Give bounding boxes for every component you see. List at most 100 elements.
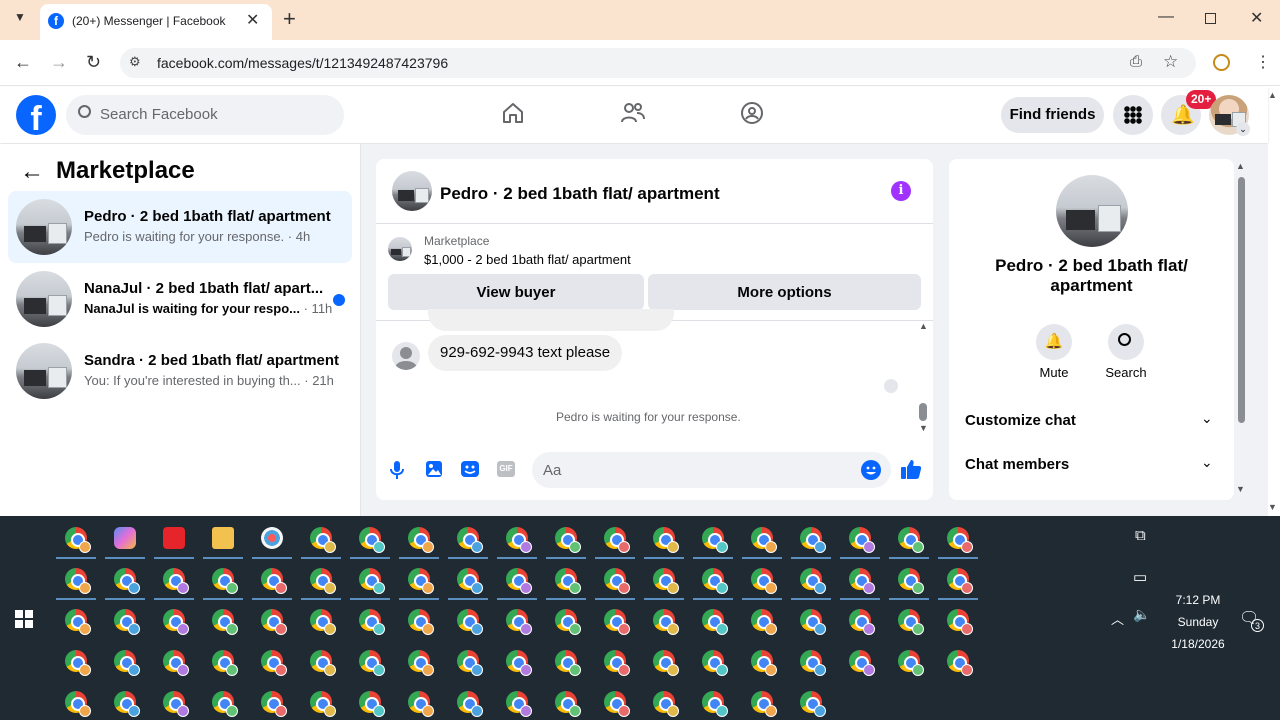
taskbar-app-icon[interactable] [947,650,973,676]
taskbar-app-icon[interactable] [359,650,385,676]
taskbar-app-icon[interactable] [898,568,924,594]
customize-chat-row[interactable]: Customize chat ⌄ [957,403,1221,439]
conversation-item[interactable]: NanaJul · 2 bed 1bath flat/ apart... Nan… [8,263,352,335]
taskbar-app-icon[interactable] [849,568,875,594]
listing-line[interactable]: $1,000 - 2 bed 1bath flat/ apartment [424,252,631,267]
mail-app-icon[interactable] [163,527,185,549]
browser-menu-icon[interactable]: ⋮ [1255,52,1271,72]
groups-icon[interactable] [740,101,764,125]
taskbar-app-icon[interactable] [457,568,483,594]
taskbar-app-icon[interactable] [310,568,336,594]
taskbar-app-icon[interactable] [212,691,238,717]
taskbar-app-icon[interactable] [898,650,924,676]
conversation-item[interactable]: Pedro · 2 bed 1bath flat/ apartment Pedr… [8,191,352,263]
taskbar-app-icon[interactable] [114,691,140,717]
chat-scroll-down-icon[interactable]: ▼ [919,423,928,433]
info-scrollbar-thumb[interactable] [1238,177,1245,423]
taskbar-app-icon[interactable] [261,609,287,635]
mute-button[interactable]: 🔔 Mute [1017,324,1091,380]
address-bar[interactable]: ⚙ facebook.com/messages/t/12134924874237… [120,48,1196,78]
home-icon[interactable] [501,101,525,125]
chat-scrollbar-thumb[interactable] [919,403,927,421]
info-scroll-down-icon[interactable]: ▼ [1236,484,1245,494]
taskbar-app-icon[interactable] [898,527,924,553]
search-box[interactable]: Search Facebook [66,95,344,135]
gif-icon[interactable]: GIF [497,461,515,477]
sticker-icon[interactable] [461,461,479,477]
clock[interactable]: 7:12 PM Sunday 1/18/2026 [1158,589,1238,655]
taskbar-app-icon[interactable] [261,691,287,717]
show-hidden-icons[interactable]: ︿ [1111,609,1124,628]
taskbar-app-icon[interactable] [555,568,581,594]
taskbar-app-icon[interactable] [457,650,483,676]
taskbar-app-icon[interactable] [408,609,434,635]
message-input[interactable]: Aa [532,452,891,488]
message-list[interactable]: 929-692-9943 text please Pedro is waitin… [376,321,933,441]
taskbar-app-icon[interactable] [506,527,532,553]
taskbar-app-icon[interactable] [702,568,728,594]
bookmark-star-icon[interactable]: ☆ [1163,52,1178,72]
thumbs-up-icon[interactable] [900,458,922,480]
taskbar-app-icon[interactable] [751,650,777,676]
start-button[interactable] [15,610,33,628]
taskbar-app-icon[interactable] [555,609,581,635]
facebook-logo[interactable]: f [16,95,56,135]
taskbar-app-icon[interactable] [506,568,532,594]
browser-tab[interactable]: f (20+) Messenger | Facebook ✕ [40,4,272,40]
volume-icon[interactable]: 🔈 [1133,606,1150,623]
taskbar-app-icon[interactable] [506,609,532,635]
taskbar-app-icon[interactable] [653,568,679,594]
account-chevron-icon[interactable]: ⌄ [1236,122,1250,136]
copilot-icon[interactable] [114,527,136,549]
tab-search-button[interactable]: ▼ [10,10,30,30]
taskbar-app-icon[interactable] [653,609,679,635]
reload-icon[interactable]: ↻ [86,52,101,73]
taskbar-app-icon[interactable] [310,650,336,676]
taskbar-app-icon[interactable] [65,527,91,553]
close-tab-icon[interactable]: ✕ [246,10,259,30]
install-app-icon[interactable]: ⎙ [1130,53,1142,70]
taskbar-app-icon[interactable] [359,609,385,635]
taskbar-app-icon[interactable] [163,691,189,717]
taskbar-app-icon[interactable] [604,691,630,717]
taskbar-app-icon[interactable] [702,527,728,553]
taskbar-app-icon[interactable] [604,527,630,553]
microphone-icon[interactable] [390,460,404,480]
taskbar-app-icon[interactable] [604,568,630,594]
taskbar-app-icon[interactable] [751,609,777,635]
info-icon[interactable]: i [891,181,911,201]
taskbar-app-icon[interactable] [65,650,91,676]
taskbar-app-icon[interactable] [751,691,777,717]
site-info-icon[interactable]: ⚙ [129,54,141,70]
conversation-item[interactable]: Sandra · 2 bed 1bath flat/ apartment You… [8,335,352,407]
taskbar-app-icon[interactable] [457,691,483,717]
taskbar-app-icon[interactable] [849,650,875,676]
taskbar-app-icon[interactable] [212,609,238,635]
taskbar-app-icon[interactable] [261,568,287,594]
taskbar-app-icon[interactable] [702,691,728,717]
taskbar-app-icon[interactable] [800,691,826,717]
taskbar-app-icon[interactable] [310,527,336,553]
taskbar-app-icon[interactable] [653,527,679,553]
page-scroll-down-icon[interactable]: ▼ [1268,502,1277,512]
taskbar-app-icon[interactable] [408,691,434,717]
taskbar-app-icon[interactable] [212,650,238,676]
view-buyer-button[interactable]: View buyer [388,274,644,310]
taskbar-app-icon[interactable] [653,650,679,676]
info-scroll-up-icon[interactable]: ▲ [1236,161,1245,171]
desktop-icon[interactable]: ▭ [1133,568,1147,586]
taskbar-app-icon[interactable] [359,691,385,717]
taskbar-app-icon[interactable] [163,650,189,676]
taskbar-app-icon[interactable] [604,650,630,676]
emoji-icon[interactable] [861,460,881,480]
restore-button[interactable] [1205,13,1216,24]
taskbar-app-icon[interactable] [114,609,140,635]
chat-avatar[interactable] [392,171,432,211]
find-friends-button[interactable]: Find friends [1001,97,1104,133]
taskbar-app-icon[interactable] [555,691,581,717]
minimize-button[interactable]: — [1158,8,1174,26]
menu-grid-button[interactable] [1113,95,1153,135]
taskbar-app-icon[interactable] [506,650,532,676]
taskbar-app-icon[interactable] [65,568,91,594]
message-bubble[interactable]: 929-692-9943 text please [428,335,623,371]
